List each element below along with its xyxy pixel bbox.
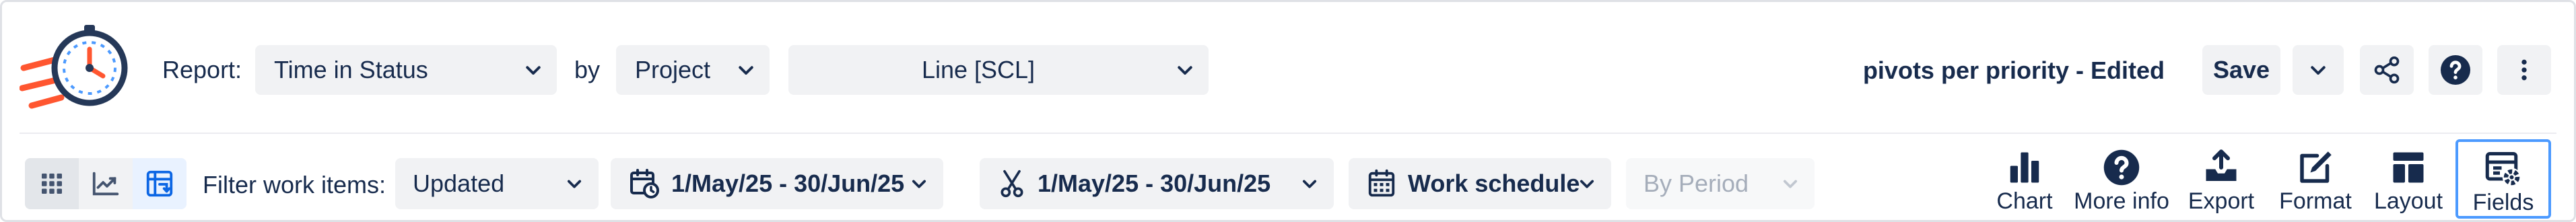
pivot-view-button[interactable]: [133, 158, 187, 209]
grid-view-button[interactable]: [25, 158, 79, 209]
chevron-down-icon: [1302, 180, 1317, 188]
more-actions-button[interactable]: [2497, 45, 2551, 95]
fields-settings-icon: [2485, 152, 2521, 187]
line-chart-icon: [92, 172, 119, 196]
export-label: Export: [2188, 188, 2255, 214]
fields-label: Fields: [2472, 190, 2534, 215]
project-select[interactable]: Line [SCL]: [788, 45, 1209, 95]
save-button[interactable]: Save: [2202, 45, 2280, 95]
format-label: Format: [2279, 188, 2352, 214]
chevron-down-icon: [912, 180, 926, 188]
chart-view-button[interactable]: [79, 158, 133, 209]
chart-label: Chart: [1996, 188, 2053, 214]
chevron-down-icon: [567, 180, 582, 188]
calendar-icon: [1368, 169, 1395, 197]
filter-field-value: Updated: [413, 170, 505, 197]
format-button[interactable]: Format: [2268, 147, 2363, 217]
bar-chart-icon: [2010, 152, 2039, 183]
filter-label: Filter work items:: [203, 171, 386, 198]
filter-field-select[interactable]: Updated: [395, 158, 599, 209]
layout-button[interactable]: Layout: [2361, 147, 2455, 217]
period-value: By Period: [1643, 170, 1749, 197]
export-button[interactable]: Export: [2174, 147, 2268, 217]
stopwatch-logo: [20, 25, 128, 109]
header-divider: [20, 133, 2556, 134]
report-label: Report:: [162, 56, 242, 83]
export-icon: [2206, 149, 2237, 181]
layout-label: Layout: [2373, 188, 2443, 214]
trim-range-select[interactable]: 1/May/25 - 30/Jun/25: [980, 158, 1334, 209]
share-button[interactable]: [2360, 45, 2414, 95]
group-by-value: Project: [635, 56, 711, 83]
report-app: Report: Time in Status by Project Line […: [0, 0, 2576, 222]
chevron-down-icon: [2311, 66, 2326, 75]
chevron-down-icon: [1178, 66, 1192, 75]
help-button[interactable]: [2429, 45, 2482, 95]
more-info-button[interactable]: More info: [2062, 147, 2181, 217]
by-label: by: [574, 56, 601, 83]
report-type-select[interactable]: Time in Status: [255, 45, 557, 95]
calendar-clock-icon: [630, 169, 659, 198]
scissors-icon: [1001, 170, 1023, 198]
pivot-icon: [146, 170, 173, 197]
help-icon: [2103, 149, 2140, 186]
work-schedule-value: Work schedule: [1408, 170, 1580, 197]
project-value: Line [SCL]: [921, 56, 1036, 83]
group-by-select[interactable]: Project: [616, 45, 770, 95]
more-info-label: More info: [2074, 188, 2169, 214]
chevron-down-icon: [526, 66, 541, 75]
fields-button[interactable]: Fields: [2455, 139, 2551, 219]
layout-icon: [2393, 152, 2424, 183]
report-header: Report: Time in Status by Project Line […: [2, 2, 2574, 133]
chevron-down-icon: [739, 66, 753, 75]
help-icon: [2441, 55, 2470, 85]
grid-icon: [42, 174, 62, 194]
period-select[interactable]: By Period: [1626, 158, 1815, 209]
report-type-value: Time in Status: [274, 56, 428, 83]
saved-report-name: pivots per priority - Edited: [1862, 57, 2165, 84]
work-schedule-select[interactable]: Work schedule: [1349, 158, 1611, 209]
trim-range-value: 1/May/25 - 30/Jun/25: [1038, 170, 1271, 197]
more-vertical-icon: [2521, 59, 2527, 81]
date-range-select[interactable]: 1/May/25 - 30/Jun/25: [611, 158, 943, 209]
chevron-down-icon: [1580, 180, 1594, 188]
chevron-down-icon: [1783, 180, 1798, 188]
view-mode-toggle: [25, 158, 187, 209]
date-range-value: 1/May/25 - 30/Jun/25: [671, 170, 905, 197]
edit-icon: [2300, 151, 2332, 183]
save-options-button[interactable]: [2293, 45, 2344, 95]
chart-button[interactable]: Chart: [1984, 147, 2065, 217]
share-icon: [2374, 56, 2400, 84]
